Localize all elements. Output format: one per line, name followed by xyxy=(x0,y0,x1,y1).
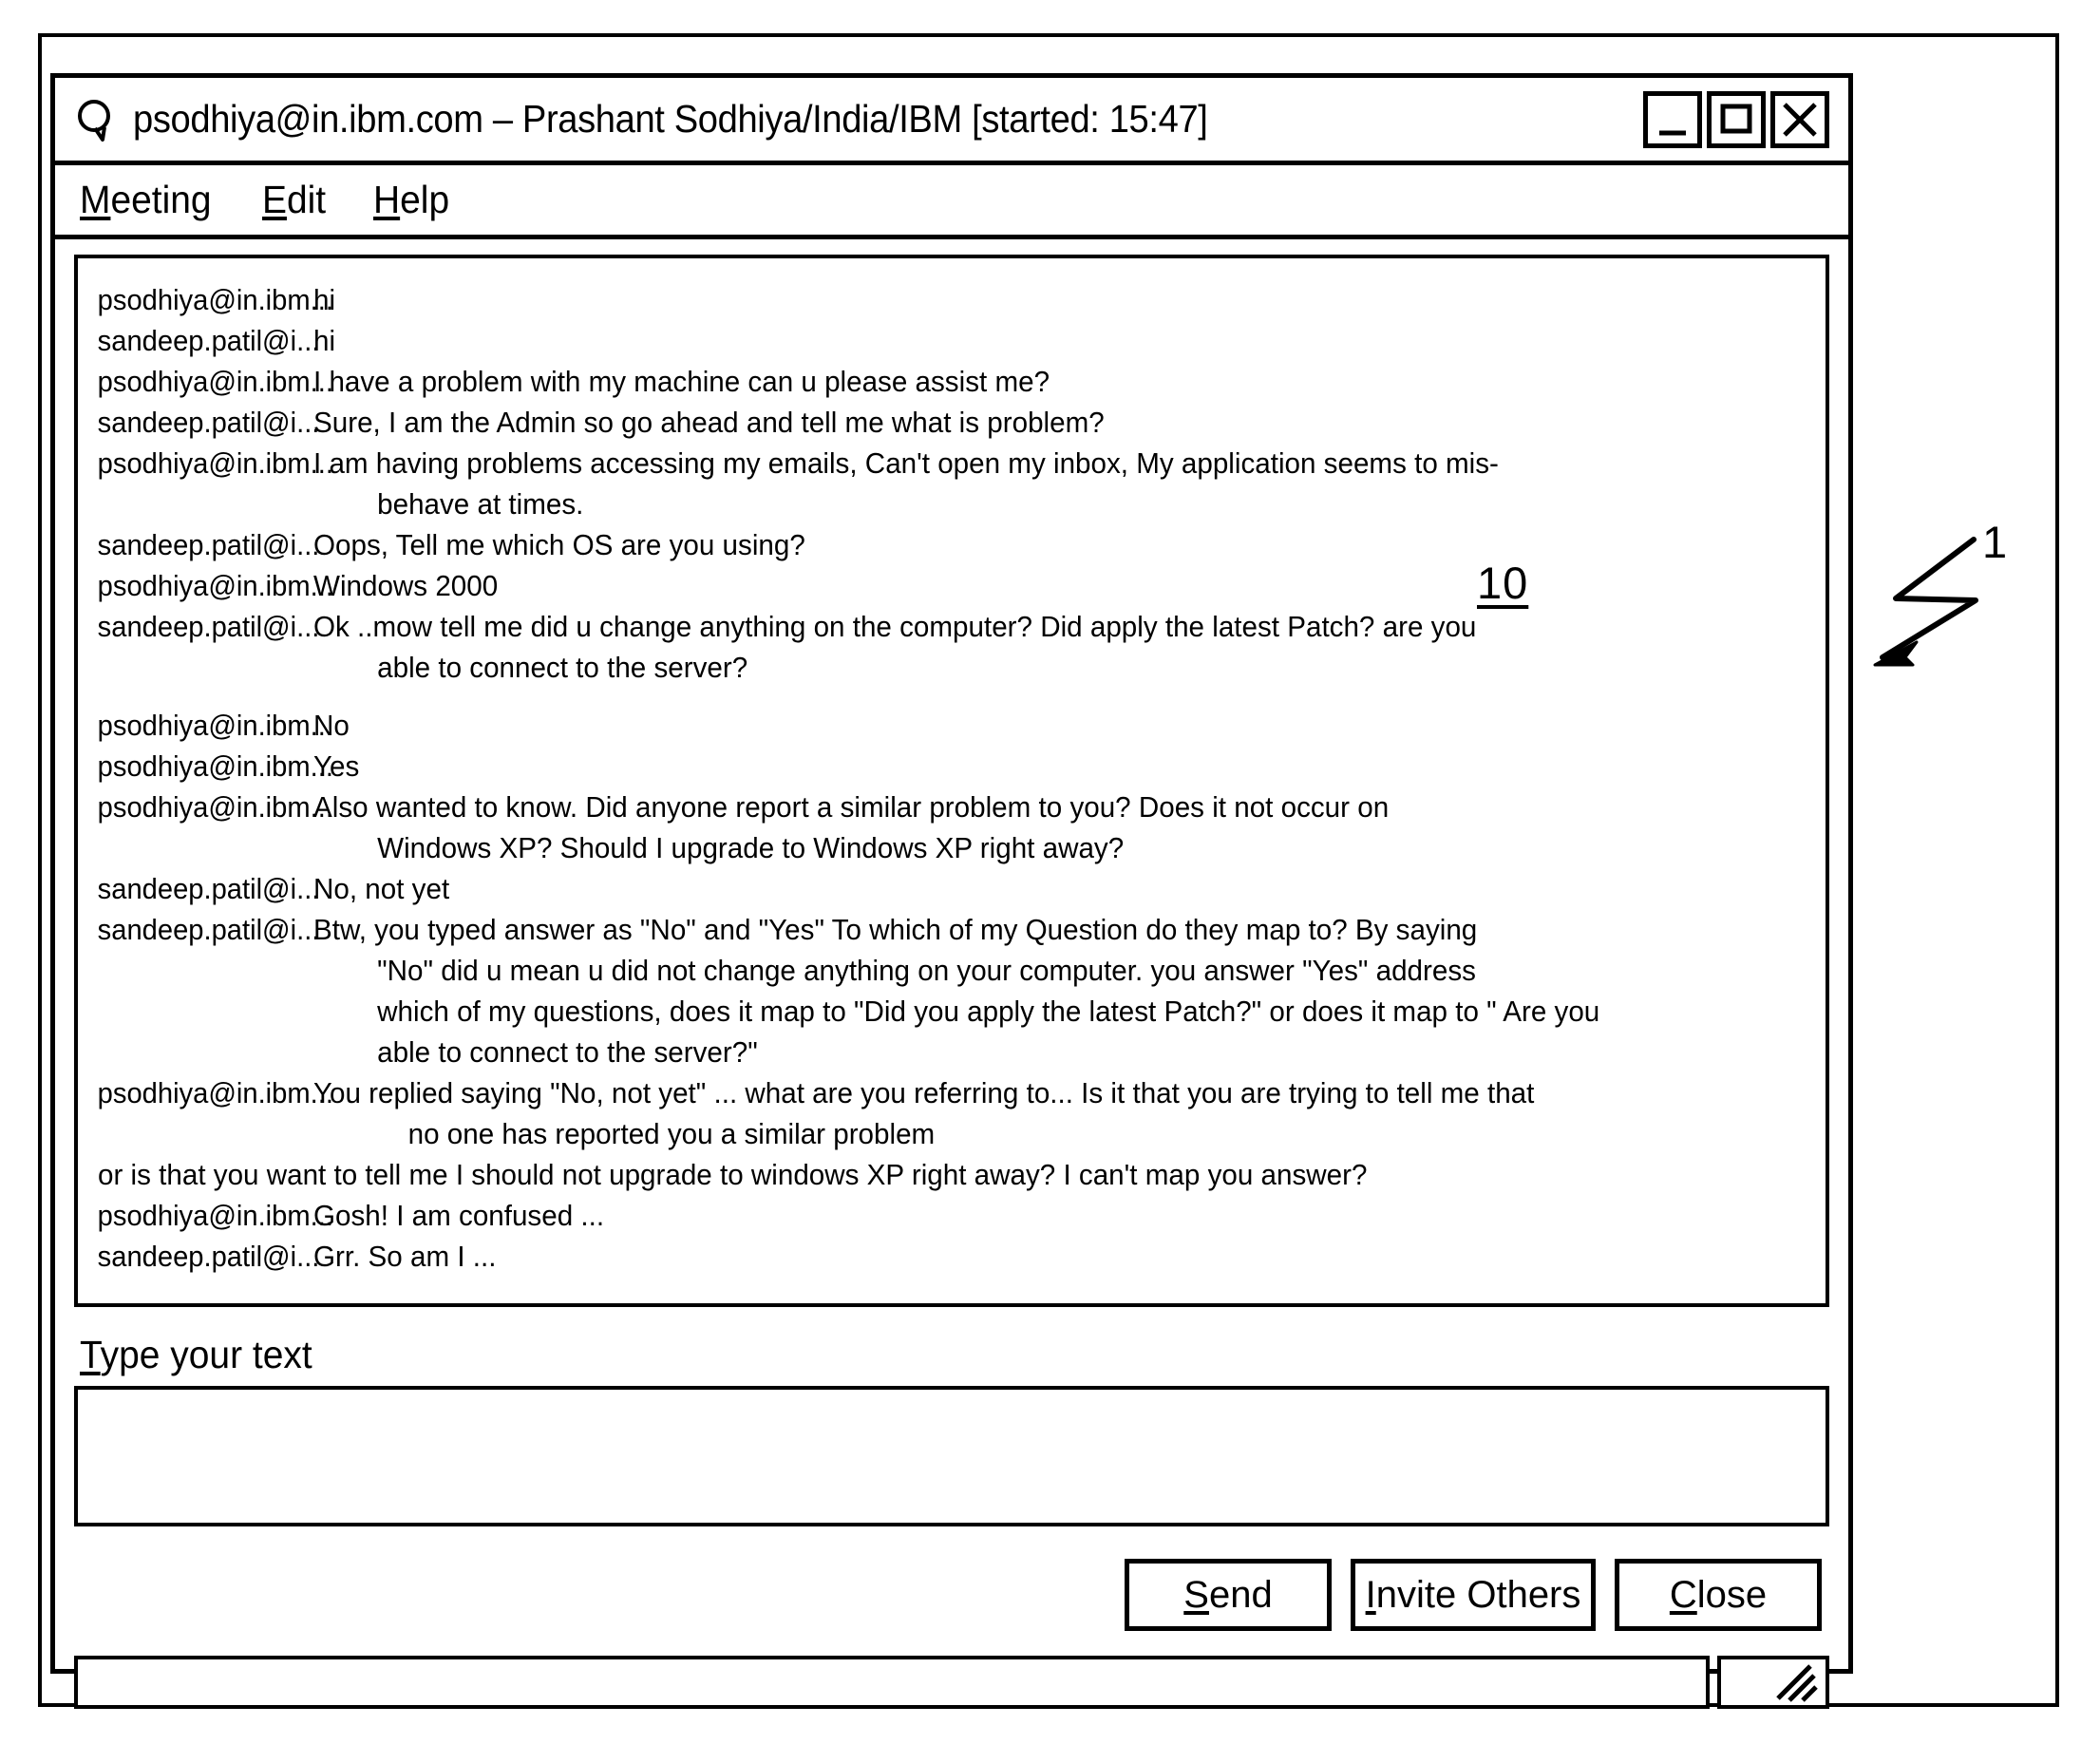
figure-reference-1: 1 xyxy=(1982,517,2008,567)
chat-message-continuation: able to connect to the server? xyxy=(377,651,748,684)
chat-message-row: psodhiya@in.ibm... Windows 2000 xyxy=(78,565,1826,606)
chat-message-sender: psodhiya@in.ibm... xyxy=(97,1199,333,1232)
chat-message-continuation: behave at times. xyxy=(377,487,584,521)
chat-message-sender: psodhiya@in.ibm... xyxy=(97,283,333,316)
chat-message-row: psodhiya@in.ibm... I am having problems a… xyxy=(78,443,1826,483)
chat-message-continuation: which of my questions, does it map to "D… xyxy=(377,995,1600,1028)
chat-message-sender: psodhiya@in.ibm... xyxy=(97,709,333,742)
close-button-mnemonic: C xyxy=(1669,1574,1697,1616)
window-title: psodhiya@in.ibm.com – Prashant Sodhiya/I… xyxy=(133,97,1208,141)
resize-grip-icon[interactable] xyxy=(1717,1656,1829,1709)
chat-message-text: Ok ..mow tell me did u change anything o… xyxy=(313,610,1477,643)
chat-transcript[interactable]: psodhiya@in.ibm... hi sandeep.patil@i... hi… xyxy=(74,255,1829,1307)
chat-message-text: hi xyxy=(313,283,336,316)
chat-message-continuation: Windows XP? Should I upgrade to Windows … xyxy=(377,831,1125,864)
invite-others-button[interactable]: Invite Others xyxy=(1351,1559,1596,1631)
chat-message-row: sandeep.patil@i... hi xyxy=(78,320,1826,361)
chat-message-text: Gosh! I am confused ... xyxy=(313,1199,605,1232)
chat-message-sender: sandeep.patil@i... xyxy=(97,913,320,946)
menu-mnemonic: M xyxy=(80,178,111,221)
chat-message-continuation: or is that you want to tell me I should … xyxy=(98,1158,1368,1191)
invite-button-label: nvite Others xyxy=(1375,1574,1581,1616)
menu-item-edit[interactable]: Edit xyxy=(262,180,326,219)
menu-label: dit xyxy=(286,178,327,221)
chat-message-row: sandeep.patil@i... No, not yet xyxy=(78,868,1826,909)
chat-message-continuation: able to connect to the server?" xyxy=(377,1035,758,1069)
chat-message-row: psodhiya@in.ibm... hi xyxy=(78,279,1826,320)
menu-bar: Meeting Edit Help xyxy=(55,165,1848,239)
chat-message-row: sandeep.patil@i... Ok ..mow tell me did u… xyxy=(78,606,1826,647)
chat-message-text: Windows 2000 xyxy=(313,569,499,602)
compose-label-rest: ype your text xyxy=(100,1333,312,1376)
menu-item-meeting[interactable]: Meeting xyxy=(80,180,212,219)
figure-reference-10: 10 xyxy=(1477,558,1529,608)
chat-message-sender: psodhiya@in.ibm... xyxy=(97,365,333,398)
close-button[interactable] xyxy=(1770,90,1829,148)
close-button-label: lose xyxy=(1696,1574,1768,1616)
chat-message-row: psodhiya@in.ibm... I have a problem with … xyxy=(78,361,1826,402)
menu-label: eeting xyxy=(110,178,212,221)
minimize-button[interactable] xyxy=(1643,90,1702,148)
chat-message-text: No xyxy=(313,709,350,742)
menu-label: elp xyxy=(399,178,449,221)
chat-message-text: hi xyxy=(313,324,336,357)
chat-message-text: No, not yet xyxy=(313,872,450,905)
chat-message-sender: sandeep.patil@i... xyxy=(97,610,320,643)
chat-message-list: psodhiya@in.ibm... hi sandeep.patil@i... hi… xyxy=(78,279,1826,1277)
chat-message-row: sandeep.patil@i... Sure, I am the Admin s… xyxy=(78,402,1826,443)
chat-message-row: sandeep.patil@i... Oops, Tell me which OS… xyxy=(78,524,1826,565)
chat-message-sender: sandeep.patil@i... xyxy=(97,872,320,905)
chat-message-row: psodhiya@in.ibm... You replied saying "No… xyxy=(78,1072,1826,1113)
chat-message-row: psodhiya@in.ibm... Yes xyxy=(78,746,1826,787)
chat-message-row: sandeep.patil@i... Grr. So am I ... xyxy=(78,1236,1826,1277)
chat-message-sender: psodhiya@in.ibm... xyxy=(97,1076,333,1109)
title-bar: psodhiya@in.ibm.com – Prashant Sodhiya/I… xyxy=(55,78,1848,165)
chat-message-text: Yes xyxy=(313,749,360,783)
chat-message-continuation: "No" did u mean u did not change anythin… xyxy=(377,954,1476,987)
chat-message-text: Btw, you typed answer as "No" and "Yes" … xyxy=(313,913,1478,946)
chat-message-text: I am having problems accessing my emails… xyxy=(313,446,1499,480)
message-input[interactable] xyxy=(74,1386,1829,1526)
menu-mnemonic: H xyxy=(372,178,400,221)
chat-message-continuation: no one has reported you a similar proble… xyxy=(407,1117,936,1150)
chat-message-text: Grr. So am I ... xyxy=(313,1240,497,1273)
chat-message-text: Sure, I am the Admin so go ahead and tel… xyxy=(313,406,1105,439)
chat-window: psodhiya@in.ibm.com – Prashant Sodhiya/I… xyxy=(50,73,1853,1709)
compose-label: Type your text xyxy=(80,1336,1742,1374)
status-bar xyxy=(74,1656,1829,1709)
chat-message-text: Also wanted to know. Did anyone report a… xyxy=(313,790,1390,824)
chat-message-sender: sandeep.patil@i... xyxy=(97,406,320,439)
menu-mnemonic: E xyxy=(261,178,287,221)
chat-message-sender: sandeep.patil@i... xyxy=(97,324,320,357)
send-button-mnemonic: S xyxy=(1183,1574,1209,1616)
chat-message-sender: psodhiya@in.ibm... xyxy=(97,749,333,783)
chat-message-text: I have a problem with my machine can u p… xyxy=(313,365,1050,398)
dialog-button-row: Send Invite Others Close xyxy=(74,1559,1829,1631)
status-message-pane xyxy=(74,1656,1710,1709)
window-body: psodhiya@in.ibm... hi sandeep.patil@i... hi… xyxy=(55,239,1848,1720)
window-controls xyxy=(1638,90,1829,148)
close-dialog-button[interactable]: Close xyxy=(1615,1559,1822,1631)
compose-label-mnemonic: T xyxy=(80,1333,101,1376)
chat-message-sender: psodhiya@in.ibm... xyxy=(97,790,333,824)
chat-message-sender: psodhiya@in.ibm... xyxy=(97,569,333,602)
maximize-button[interactable] xyxy=(1707,90,1766,148)
chat-message-text: Oops, Tell me which OS are you using? xyxy=(313,528,805,561)
send-button-label: end xyxy=(1208,1574,1273,1616)
chat-message-sender: sandeep.patil@i... xyxy=(97,528,320,561)
send-button[interactable]: Send xyxy=(1125,1559,1332,1631)
invite-button-mnemonic: I xyxy=(1365,1574,1376,1616)
chat-message-sender: sandeep.patil@i... xyxy=(97,1240,320,1273)
chat-message-text: You replied saying "No, not yet" ... wha… xyxy=(313,1076,1535,1109)
speech-bubble-icon xyxy=(74,98,118,142)
chat-message-row: psodhiya@in.ibm... No xyxy=(78,705,1826,746)
chat-message-sender: psodhiya@in.ibm... xyxy=(97,446,333,480)
menu-item-help[interactable]: Help xyxy=(373,180,449,219)
chat-message-row: psodhiya@in.ibm... Also wanted to know. D… xyxy=(78,787,1826,827)
chat-message-row: psodhiya@in.ibm... Gosh! I am confused ..… xyxy=(78,1195,1826,1236)
chat-message-row: sandeep.patil@i... Btw, you typed answer … xyxy=(78,909,1826,950)
